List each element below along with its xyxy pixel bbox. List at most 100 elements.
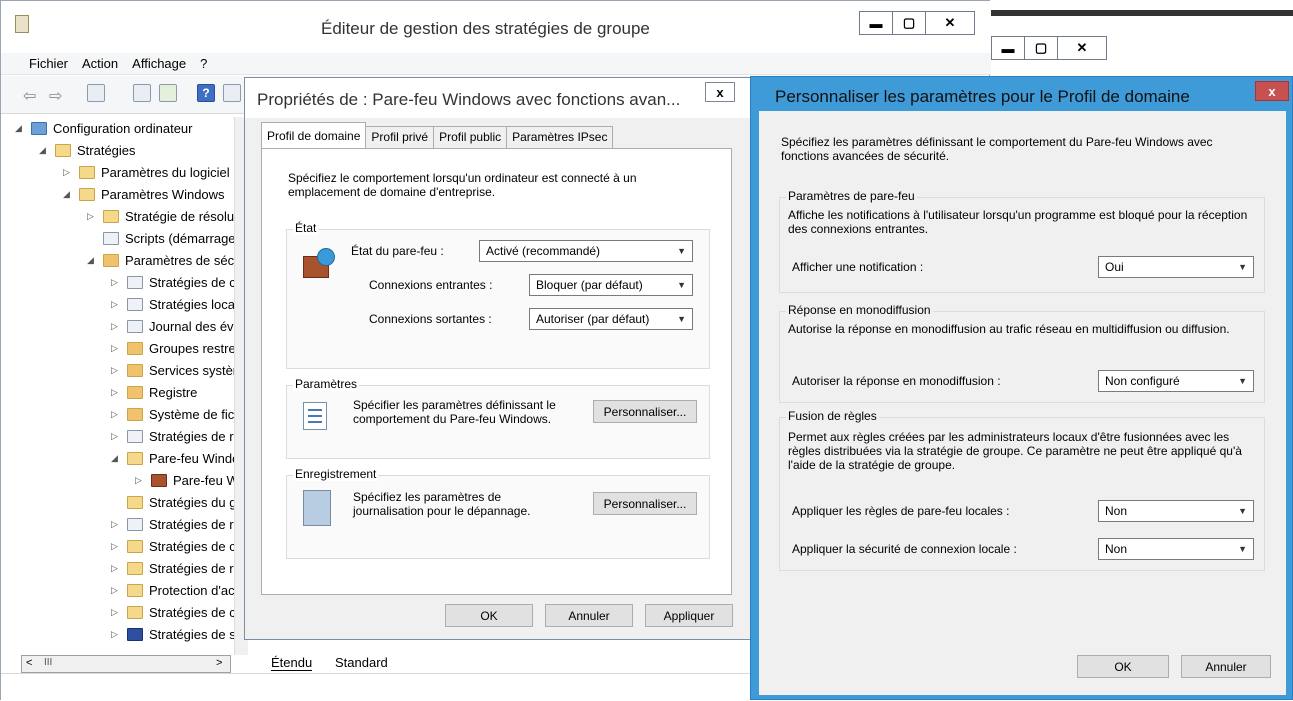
maximize-icon[interactable]: ▢ (893, 12, 926, 34)
expand-icon[interactable]: ▷ (111, 431, 123, 442)
scroll-right-icon[interactable]: > (216, 657, 222, 669)
tree-item[interactable]: ▷ Stratégies locales (111, 293, 248, 315)
tab-parametres-ipsec[interactable]: Paramètres IPsec (506, 126, 614, 148)
tree-item[interactable]: ▷Stratégies de restriction logicielle (111, 557, 248, 579)
background-window: ▬ ▢ ✕ (988, 0, 1293, 78)
forward-arrow-icon[interactable]: ⇨ (49, 86, 62, 106)
tab-profil-public[interactable]: Profil public (433, 126, 508, 148)
tree-item[interactable]: ▷ Groupes restreints (111, 337, 248, 359)
collapse-icon[interactable]: ◢ (87, 255, 99, 266)
expand-icon[interactable]: ▷ (111, 299, 123, 310)
customize-params-button[interactable]: Personnaliser... (593, 400, 697, 423)
show-tree-icon[interactable] (87, 84, 105, 102)
expand-icon[interactable]: ▷ (111, 585, 123, 596)
apply-button[interactable]: Appliquer (645, 604, 733, 627)
fw-state-select[interactable]: Activé (recommandé) ▼ (479, 240, 693, 262)
custom-cancel-button[interactable]: Annuler (1181, 655, 1271, 678)
custom-dialog-body: Spécifiez les paramètres définissant le … (759, 111, 1286, 695)
tree-item[interactable]: ▷Stratégies de réseau sans fil (111, 513, 248, 535)
tree-item[interactable]: ▷ Paramètres du logiciel (63, 161, 230, 183)
scroll-thumb[interactable]: III (44, 657, 52, 668)
expand-icon[interactable]: ▷ (111, 343, 123, 354)
tree-item[interactable]: ◢ Paramètres Windows (63, 183, 225, 205)
tab-profil-prive[interactable]: Profil privé (365, 126, 435, 148)
minimize-icon[interactable]: ▬ (992, 37, 1025, 59)
tree-item[interactable]: ▷Journal des événements (111, 315, 248, 337)
help-icon[interactable]: ? (197, 84, 215, 102)
background-window-controls: ▬ ▢ ✕ (991, 36, 1107, 60)
tree-item[interactable]: ◢ Paramètres de sécurité (87, 249, 248, 271)
menu-affichage[interactable]: Affichage (132, 56, 186, 71)
expand-icon[interactable]: ▷ (111, 365, 123, 376)
fw-settings-text: Affiche les notifications à l'utilisateu… (788, 208, 1248, 236)
export-icon[interactable] (159, 84, 177, 102)
expand-icon[interactable]: ▷ (135, 475, 147, 486)
unicast-group: Réponse en monodiffusion Autorise la rép… (779, 303, 1265, 403)
back-arrow-icon[interactable]: ⇦ (23, 86, 36, 106)
tree-item[interactable]: ▷ Services système (111, 359, 248, 381)
expand-icon[interactable]: ▷ (111, 409, 123, 420)
expand-icon[interactable]: ▷ (63, 167, 75, 178)
expand-icon[interactable]: ▷ (111, 629, 123, 640)
tree-item[interactable]: ▷ Registre (111, 381, 197, 403)
tree-item[interactable]: ▷Stratégies de comptes (111, 271, 248, 293)
menu-fichier[interactable]: Fichier (29, 56, 68, 71)
expand-icon[interactable]: ▷ (111, 519, 123, 530)
custom-ok-button[interactable]: OK (1077, 655, 1169, 678)
folder-icon (127, 539, 143, 553)
fw-settings-group: Paramètres de pare-feu Affiche les notif… (779, 189, 1265, 293)
local-connsec-select[interactable]: Non ▼ (1098, 538, 1254, 560)
expand-icon[interactable]: ▷ (111, 321, 123, 332)
minimize-icon[interactable]: ▬ (860, 12, 893, 34)
tree-item-label: Scripts (démarrage/arrêt) (125, 230, 248, 246)
ok-button[interactable]: OK (445, 604, 533, 627)
background-window-bar (989, 10, 1293, 16)
collapse-icon[interactable]: ◢ (63, 189, 75, 200)
expand-icon[interactable]: ▷ (111, 541, 123, 552)
expand-icon[interactable]: ▷ (111, 277, 123, 288)
close-icon[interactable]: x (705, 82, 735, 102)
tree-item[interactable]: ▷ Stratégie de résolution de noms (87, 205, 248, 227)
tab-etendu[interactable]: Étendu (271, 655, 313, 671)
tree-item[interactable]: Scripts (démarrage/arrêt) (87, 227, 248, 249)
expand-icon[interactable]: ▷ (111, 607, 123, 618)
tree-hscroll[interactable]: < III > (21, 655, 231, 673)
menu-action[interactable]: Action (82, 56, 118, 71)
close-icon[interactable]: ✕ (926, 12, 974, 34)
notification-select[interactable]: Oui ▼ (1098, 256, 1254, 278)
maximize-icon[interactable]: ▢ (1025, 37, 1058, 59)
expand-icon[interactable]: ▷ (111, 387, 123, 398)
collapse-icon[interactable]: ◢ (39, 145, 51, 156)
window-controls: ▬ ▢ ✕ (859, 11, 975, 35)
collapse-icon[interactable]: ◢ (15, 123, 27, 134)
tree-item[interactable]: ▷Stratégies de réseau filaire (111, 425, 248, 447)
tree-item[interactable]: ▷Stratégies de clé publique (111, 535, 248, 557)
local-rules-select[interactable]: Non ▼ (1098, 500, 1254, 522)
tree-item[interactable]: ▷Système de fichiers (111, 403, 248, 425)
tree-item[interactable]: ◢ Stratégies (39, 139, 136, 161)
tree-item[interactable]: ◢ Pare-feu Windows (111, 447, 248, 469)
close-icon[interactable]: ✕ (1058, 37, 1106, 59)
tree-item[interactable]: ▷Stratégies de contrôle de l'application (111, 601, 248, 623)
tree-item[interactable]: ▷Protection d'accès réseau (111, 579, 248, 601)
customize-log-button[interactable]: Personnaliser... (593, 492, 697, 515)
unicast-select[interactable]: Non configuré ▼ (1098, 370, 1254, 392)
tree-item[interactable]: Stratégies du gestionnaire de listes (111, 491, 248, 513)
properties-icon[interactable] (133, 84, 151, 102)
expand-icon[interactable]: ▷ (111, 563, 123, 574)
tab-profil-domaine[interactable]: Profil de domaine (261, 122, 367, 148)
inbound-select[interactable]: Bloquer (par défaut) ▼ (529, 274, 693, 296)
expand-icon[interactable]: ▷ (87, 211, 99, 222)
close-icon[interactable]: x (1255, 81, 1289, 101)
action-pane-icon[interactable] (223, 84, 241, 102)
tree-item[interactable]: ▷Pare-feu Windows avec fonctions (135, 469, 248, 491)
collapse-icon[interactable]: ◢ (111, 453, 123, 464)
dialog-title-bar: Propriétés de : Pare-feu Windows avec fo… (245, 78, 750, 118)
menu-help[interactable]: ? (200, 56, 207, 71)
cancel-button[interactable]: Annuler (545, 604, 633, 627)
tab-standard[interactable]: Standard (335, 655, 388, 670)
outbound-select[interactable]: Autoriser (par défaut) ▼ (529, 308, 693, 330)
tree-item[interactable]: ▷Stratégies de sécurité IP (111, 623, 248, 645)
tree-item[interactable]: ◢ Configuration ordinateur (15, 117, 192, 139)
scroll-left-icon[interactable]: < (26, 657, 32, 669)
